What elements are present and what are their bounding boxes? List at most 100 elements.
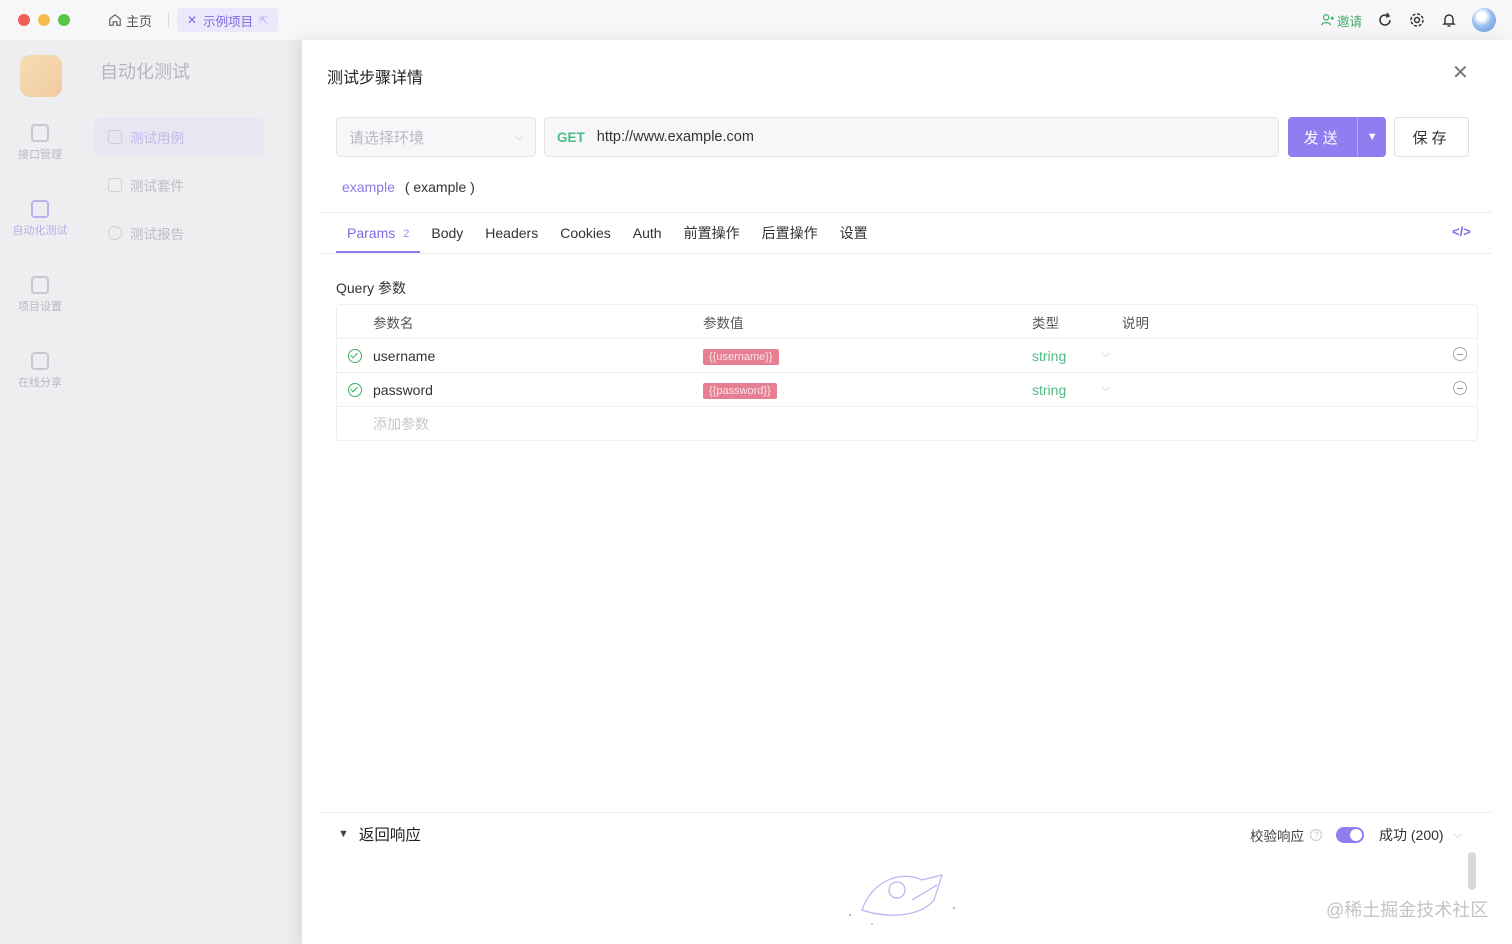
- column-name: 参数名: [373, 315, 414, 331]
- titlebar-actions: 邀请: [1320, 8, 1496, 32]
- title-bar: 主页 ✕ 示例项目 ⇱ 邀请: [0, 0, 1512, 40]
- menu-item-label: 测试套件: [130, 179, 184, 194]
- rail-item-label: 项目设置: [18, 301, 62, 313]
- case-reference: example ( example ): [342, 179, 475, 195]
- chevron-down-icon: ⌵: [514, 130, 523, 143]
- divider: [320, 812, 1492, 813]
- chevron-down-icon: ▼: [338, 828, 349, 840]
- menu-item-label: 测试报告: [130, 227, 184, 242]
- scrollbar[interactable]: [1468, 852, 1476, 890]
- automation-icon: [31, 200, 49, 218]
- param-type: string: [1032, 347, 1067, 364]
- chevron-down-icon: ⌵: [1101, 347, 1110, 360]
- add-user-icon: [1321, 14, 1334, 26]
- chevron-down-icon: ⌵: [1101, 381, 1110, 394]
- tab-headers[interactable]: Headers: [474, 213, 549, 253]
- tab-divider: [168, 12, 169, 28]
- response-status-select[interactable]: 成功 (200) ⌵: [1379, 825, 1462, 845]
- document-icon: [108, 130, 122, 144]
- invite-label: 邀请: [1336, 14, 1362, 29]
- table-row: password {{password}} string ⌵: [337, 372, 1477, 406]
- remove-icon[interactable]: [1453, 381, 1467, 395]
- response-title: 返回响应: [358, 827, 421, 844]
- param-value-variable[interactable]: {{username}}: [703, 348, 779, 365]
- check-circle-icon[interactable]: [348, 348, 362, 363]
- rail-item-label: 在线分享: [18, 377, 62, 389]
- rail-item-project-settings[interactable]: 项目设置: [0, 276, 80, 314]
- case-link[interactable]: example: [342, 179, 395, 195]
- params-count-badge: 2: [403, 228, 410, 240]
- table-row: username {{username}} string ⌵: [337, 338, 1477, 372]
- app-logo: [20, 55, 62, 97]
- environment-select[interactable]: 请选择环境 ⌵: [336, 117, 536, 157]
- remove-icon[interactable]: [1453, 347, 1467, 361]
- rail-item-label: 自动化测试: [12, 225, 68, 237]
- avatar[interactable]: [1472, 8, 1496, 32]
- menu-item-test-suites[interactable]: 测试套件: [94, 166, 264, 204]
- tab-home-label: 主页: [126, 13, 153, 29]
- param-type-select[interactable]: string ⌵: [1032, 348, 1122, 364]
- add-param-input[interactable]: 添加参数: [373, 414, 429, 434]
- close-icon[interactable]: ✕: [1452, 63, 1469, 83]
- rail-item-automation[interactable]: 自动化测试: [0, 200, 80, 238]
- param-name[interactable]: password: [373, 382, 703, 398]
- minimize-window-button[interactable]: [38, 14, 50, 26]
- maximize-window-button[interactable]: [58, 14, 70, 26]
- close-tab-icon[interactable]: ✕: [187, 13, 197, 27]
- check-circle-icon[interactable]: [348, 382, 362, 397]
- step-detail-drawer: 测试步骤详情 ✕ 请选择环境 ⌵ GET http://www.example.…: [302, 40, 1512, 944]
- send-button[interactable]: 发送 ▼: [1288, 117, 1386, 157]
- invite-button[interactable]: 邀请: [1320, 11, 1362, 30]
- validate-toggle[interactable]: [1336, 827, 1364, 843]
- tab-post-operations[interactable]: 后置操作: [751, 213, 829, 253]
- status-value: 成功 (200): [1379, 827, 1444, 843]
- rail-item-label: 接口管理: [18, 149, 62, 161]
- sync-icon[interactable]: [1376, 11, 1394, 29]
- tab-label: Params: [347, 225, 396, 241]
- drawer-title: 测试步骤详情: [327, 70, 424, 87]
- column-type: 类型: [1032, 315, 1059, 331]
- empty-state-illustration: [848, 874, 956, 925]
- external-link-icon[interactable]: ⇱: [259, 14, 268, 27]
- tab-pre-operations[interactable]: 前置操作: [673, 213, 751, 253]
- tab-project-label: 示例项目: [203, 14, 254, 29]
- tab-settings[interactable]: 设置: [829, 213, 879, 253]
- add-param-row[interactable]: 添加参数: [337, 406, 1477, 440]
- code-icon[interactable]: </>: [1452, 224, 1471, 239]
- save-button[interactable]: 保存: [1394, 117, 1469, 157]
- tab-auth[interactable]: Auth: [622, 213, 673, 253]
- url-value: http://www.example.com: [596, 129, 754, 145]
- validate-response: 校验响应 ?: [1250, 825, 1364, 845]
- close-window-button[interactable]: [18, 14, 30, 26]
- param-name[interactable]: username: [373, 348, 703, 364]
- validate-label: 校验响应: [1250, 829, 1304, 844]
- case-name: ( example ): [404, 179, 475, 195]
- tab-params[interactable]: Params 2: [336, 213, 421, 253]
- rail-item-share[interactable]: 在线分享: [0, 352, 80, 390]
- module-title: 自动化测试: [100, 62, 190, 82]
- table-header: 参数名 参数值 类型 说明: [337, 305, 1477, 338]
- response-section-toggle[interactable]: ▼ 返回响应: [338, 823, 421, 845]
- tab-home[interactable]: 主页: [108, 10, 152, 30]
- api-icon: [31, 124, 49, 142]
- menu-item-test-reports[interactable]: 测试报告: [94, 214, 264, 252]
- request-tabs: Params 2 Body Headers Cookies Auth 前置操作 …: [336, 213, 879, 253]
- chevron-down-icon[interactable]: ▼: [1357, 117, 1386, 157]
- menu-item-label: 测试用例: [130, 131, 184, 146]
- rail-item-api-management[interactable]: 接口管理: [0, 124, 80, 162]
- send-label: 发送: [1303, 129, 1342, 147]
- menu-item-test-cases[interactable]: 测试用例: [94, 118, 264, 156]
- bell-icon[interactable]: [1440, 11, 1458, 29]
- tab-cookies[interactable]: Cookies: [549, 213, 622, 253]
- watermark: @稀土掘金技术社区: [1326, 900, 1489, 920]
- param-value-variable[interactable]: {{password}}: [703, 382, 777, 399]
- query-params-title: Query 参数: [336, 280, 407, 296]
- param-type-select[interactable]: string ⌵: [1032, 382, 1122, 398]
- tab-project[interactable]: ✕ 示例项目 ⇱: [177, 8, 279, 32]
- chevron-down-icon: ⌵: [1453, 828, 1462, 841]
- tab-body[interactable]: Body: [420, 213, 474, 253]
- gear-icon[interactable]: [1408, 11, 1426, 29]
- help-icon[interactable]: ?: [1310, 829, 1322, 841]
- divider: [320, 253, 1492, 254]
- url-input[interactable]: GET http://www.example.com: [544, 117, 1279, 157]
